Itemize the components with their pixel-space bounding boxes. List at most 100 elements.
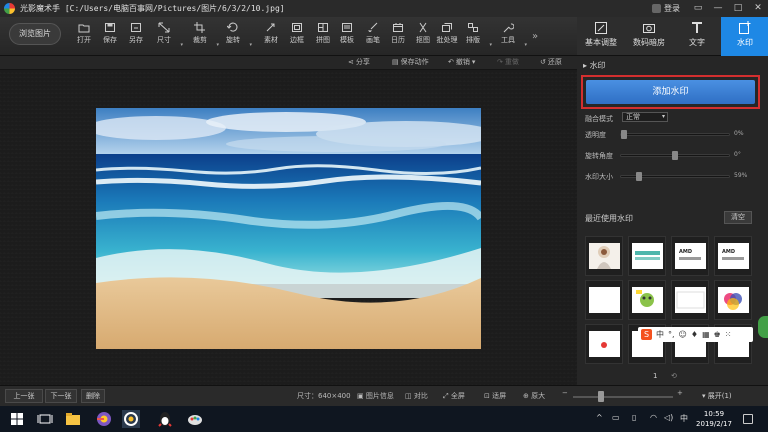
redo-button[interactable]: ↷ 重做 [497,57,519,67]
compare-button[interactable]: ◫ 对比 [405,391,428,401]
tool-batch[interactable]: 批处理 [434,22,460,45]
tool-collage[interactable]: 拼图 [310,22,336,45]
size-slider[interactable] [620,172,730,181]
tool-template[interactable]: 模板 [334,22,360,45]
microphone-icon[interactable]: ♦ [691,330,698,339]
watermark-thumb[interactable] [671,280,709,320]
task-view-icon[interactable] [36,410,54,428]
tab-text[interactable]: 文字 [673,17,721,56]
rotation-slider[interactable] [620,151,730,160]
user-icon [652,4,661,13]
zoom-in-icon[interactable]: + [677,389,683,397]
page-refresh-icon[interactable]: ⟲ [671,372,677,380]
tool-rotate[interactable]: 旋转 ▾ [220,22,252,48]
image-canvas[interactable] [0,70,577,385]
undo-label: 撤销 [455,58,470,66]
skin-button[interactable]: ▭ [688,0,708,17]
punctuation-icon[interactable]: °, [668,330,675,339]
rotate-icon [227,22,238,32]
tab-watermark[interactable]: 水印 [721,17,768,56]
undo-button[interactable]: ↶ 撤销 ▾ [448,57,475,67]
tray-overflow-icon[interactable]: ^ [596,413,603,422]
paint-icon[interactable] [186,410,204,428]
tool-open[interactable]: 打开 [71,22,97,45]
tool-save[interactable]: 保存 [97,22,123,45]
watermark-thumb[interactable]: AMD [671,236,709,276]
apps-icon[interactable]: ⁙ [725,330,732,339]
watermark-thumb[interactable] [585,280,623,320]
browse-images-button[interactable]: 浏览图片 [9,23,61,45]
tool-border[interactable]: 边框 [284,22,310,45]
chevron-down-icon[interactable]: ▾ [216,42,219,48]
file-explorer-icon[interactable] [64,410,82,428]
skin-icon[interactable]: ♚ [714,330,721,339]
tool-label: 边框 [290,36,304,44]
battery-icon[interactable]: ▯ [632,413,636,422]
actual-size-button[interactable]: ⊕ 原大 [523,391,545,401]
notification-center-icon[interactable] [743,414,753,424]
watermark-thumb[interactable] [714,280,752,320]
ime-language[interactable]: 中 [656,329,664,340]
chevron-down-icon[interactable]: ▾ [180,42,183,48]
floating-side-tab[interactable] [758,316,768,338]
slider-handle[interactable] [621,130,627,139]
save-action-button[interactable]: ▤ 保存动作 [392,57,429,67]
zoom-slider-handle[interactable] [598,391,604,402]
minimize-button[interactable]: — [708,0,728,17]
watermark-thumb[interactable] [628,280,666,320]
ime-toolbar[interactable]: S 中 °, ☺ ♦ ▦ ♚ ⁙ [638,327,753,342]
blend-mode-select[interactable]: 正常 ▾ [622,112,668,122]
watermark-thumb[interactable] [585,324,623,364]
close-button[interactable]: ✕ [748,0,768,17]
zoom-out-icon[interactable]: − [562,389,568,397]
keyboard-icon[interactable]: ▦ [702,330,710,339]
chevron-down-icon[interactable]: ▾ [524,42,527,48]
share-button[interactable]: ⋖ 分享 [348,57,370,67]
tool-layout[interactable]: 排版 ▾ [460,22,492,48]
next-image-button[interactable]: 下一张 [45,389,77,403]
chevron-down-icon[interactable]: ▾ [472,58,476,66]
prev-image-button[interactable]: 上一张 [5,389,43,403]
tab-darkroom[interactable]: 数码暗房 [625,17,673,56]
slider-handle[interactable] [672,151,678,160]
qq-icon[interactable] [156,410,174,428]
tool-tools[interactable]: 工具 ▾ [495,22,527,48]
input-language-indicator[interactable]: 中 [680,413,688,424]
tool-crop[interactable]: 裁剪 ▾ [187,22,219,48]
zoom-slider[interactable] [573,396,673,398]
windows-start-icon[interactable] [8,410,26,428]
volume-icon[interactable]: ◁) [664,413,673,422]
add-watermark-button[interactable]: 添加水印 [586,80,755,104]
chevron-down-icon[interactable]: ▾ [249,42,252,48]
delete-button[interactable]: 删除 [81,389,105,403]
photo-editor-taskbar-button[interactable] [122,410,140,428]
fit-screen-button[interactable]: ⊡ 适屏 [484,391,506,401]
more-tools-button[interactable]: » [532,31,538,42]
tool-resize[interactable]: 尺寸 ▾ [151,22,183,48]
fullscreen-button[interactable]: ⤢ 全屏 [443,391,465,401]
watermark-thumb[interactable]: AMD [714,236,752,276]
opacity-slider[interactable] [620,130,730,139]
expand-button[interactable]: ▾ 展开(1) [702,391,732,401]
browser-icon[interactable] [95,410,113,428]
watermark-thumb[interactable] [585,236,623,276]
tool-brush[interactable]: 画笔 [360,22,386,45]
watermark-thumb[interactable] [628,236,666,276]
wifi-icon[interactable]: ◠ [650,413,657,422]
slider-handle[interactable] [636,172,642,181]
tool-material[interactable]: 素材 [258,22,284,45]
tool-label: 打开 [77,36,91,44]
system-clock[interactable]: 10:59 2019/2/17 [693,409,735,429]
login-button[interactable]: 登录 [652,3,680,14]
emoji-icon[interactable]: ☺ [679,330,687,339]
tab-basic-adjust[interactable]: 基本调整 [577,17,625,56]
tool-calendar[interactable]: 日历 [385,22,411,45]
tool-cutout[interactable]: 抠图 [410,22,436,45]
image-info-button[interactable]: ▣ 图片信息 [357,391,394,401]
network-icon[interactable]: ▭ [612,413,620,422]
clear-button[interactable]: 清空 [724,211,752,224]
tool-save-as[interactable]: 另存 [123,22,149,45]
restore-button[interactable]: ↺ 还原 [540,57,562,67]
chevron-down-icon[interactable]: ▾ [489,42,492,48]
maximize-button[interactable]: □ [728,0,748,17]
